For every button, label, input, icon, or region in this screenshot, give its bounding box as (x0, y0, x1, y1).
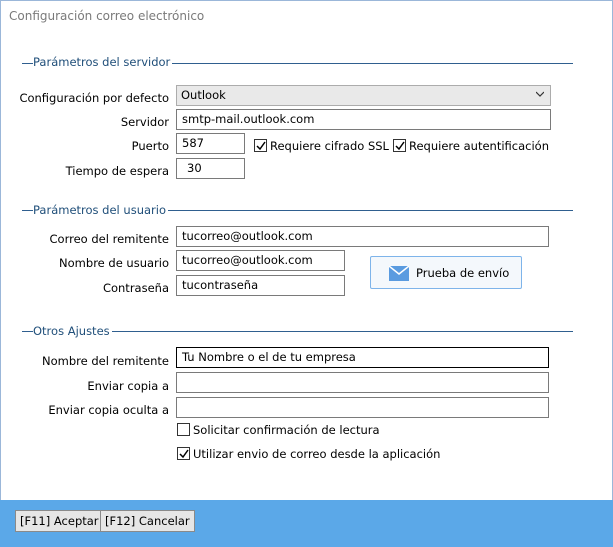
mail-icon (389, 266, 409, 281)
app-send-label: Utilizar envio de correo desde la aplica… (193, 447, 441, 461)
user-section-legend: Parámetros del usuario (33, 203, 168, 217)
server-input[interactable]: smtp-mail.outlook.com (176, 109, 551, 130)
password-label: Contraseña (102, 281, 169, 295)
chevron-down-icon (536, 91, 544, 97)
default-config-value: Outlook (181, 88, 226, 102)
app-send-checkbox[interactable] (177, 447, 190, 460)
server-section-legend: Parámetros del servidor (33, 55, 173, 69)
password-input[interactable]: tucontraseña (176, 275, 345, 296)
check-icon (256, 141, 266, 151)
other-section-legend: Otros Ajustes (33, 324, 112, 338)
bcc-label: Enviar copia oculta a (48, 403, 169, 417)
ssl-checkbox[interactable] (254, 139, 267, 152)
port-label: Puerto (131, 139, 169, 153)
timeout-label: Tiempo de espera (65, 164, 169, 178)
timeout-input[interactable]: 30 (176, 158, 245, 179)
username-input[interactable]: tucorreo@outlook.com (176, 250, 345, 271)
test-send-label: Prueba de envío (416, 266, 510, 280)
cc-label: Enviar copia a (87, 379, 169, 393)
test-send-button[interactable]: Prueba de envío (370, 256, 522, 289)
check-icon (179, 449, 189, 459)
accept-button[interactable]: [F11] Aceptar (15, 510, 104, 532)
read-receipt-label: Solicitar confirmación de lectura (193, 423, 380, 437)
username-label: Nombre de usuario (59, 256, 169, 270)
sender-name-label: Nombre del remitente (42, 354, 169, 368)
server-label: Servidor (120, 115, 169, 129)
auth-checkbox[interactable] (393, 139, 406, 152)
ssl-label: Requiere cifrado SSL (270, 139, 389, 153)
sender-email-label: Correo del remitente (49, 232, 169, 246)
read-receipt-checkbox[interactable] (177, 423, 190, 436)
auth-label: Requiere autentificación (409, 139, 549, 153)
cc-input[interactable] (176, 372, 549, 393)
sender-email-input[interactable]: tucorreo@outlook.com (176, 226, 549, 247)
bcc-input[interactable] (176, 397, 549, 418)
check-icon (395, 141, 405, 151)
default-config-label: Configuración por defecto (19, 91, 169, 105)
cancel-button[interactable]: [F12] Cancelar (100, 510, 195, 532)
footer-bar: [F11] Aceptar [F12] Cancelar (0, 500, 613, 547)
default-config-select[interactable]: Outlook (176, 85, 551, 106)
window-title: Configuración correo electrónico (9, 9, 205, 23)
sender-name-input[interactable]: Tu Nombre o el de tu empresa (176, 347, 549, 368)
port-input[interactable]: 587 (176, 133, 245, 154)
